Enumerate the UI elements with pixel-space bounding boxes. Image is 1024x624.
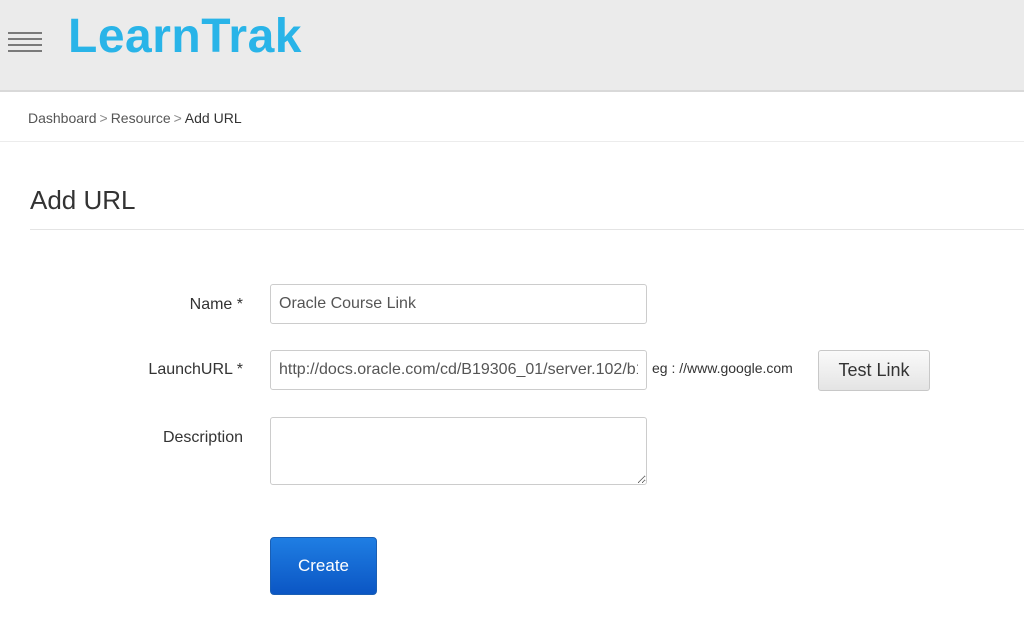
breadcrumb-separator: >: [99, 110, 108, 126]
top-header-bar: LearnTrak: [0, 0, 1024, 92]
page-title: Add URL: [30, 185, 136, 215]
test-link-button[interactable]: Test Link: [818, 350, 930, 391]
breadcrumb-bar: Dashboard > Resource > Add URL: [0, 94, 1024, 142]
breadcrumb-item-dashboard[interactable]: Dashboard: [28, 110, 97, 126]
breadcrumb-item-current: Add URL: [184, 110, 242, 126]
description-label: Description: [162, 429, 243, 446]
name-input[interactable]: [270, 284, 647, 324]
description-textarea[interactable]: [270, 417, 647, 485]
create-button[interactable]: Create: [270, 537, 377, 595]
breadcrumb-separator: >: [173, 110, 182, 126]
launch-url-label: LaunchURL *: [148, 361, 243, 378]
hamburger-menu-icon[interactable]: [8, 32, 42, 52]
breadcrumb: Dashboard > Resource > Add URL: [28, 110, 242, 126]
breadcrumb-item-resource[interactable]: Resource: [111, 110, 171, 126]
title-divider: [30, 229, 1024, 230]
name-label: Name *: [189, 296, 243, 313]
launch-url-input[interactable]: [270, 350, 647, 390]
launch-url-hint: eg : //www.google.com: [652, 360, 793, 376]
app-logo[interactable]: LearnTrak: [68, 6, 302, 68]
